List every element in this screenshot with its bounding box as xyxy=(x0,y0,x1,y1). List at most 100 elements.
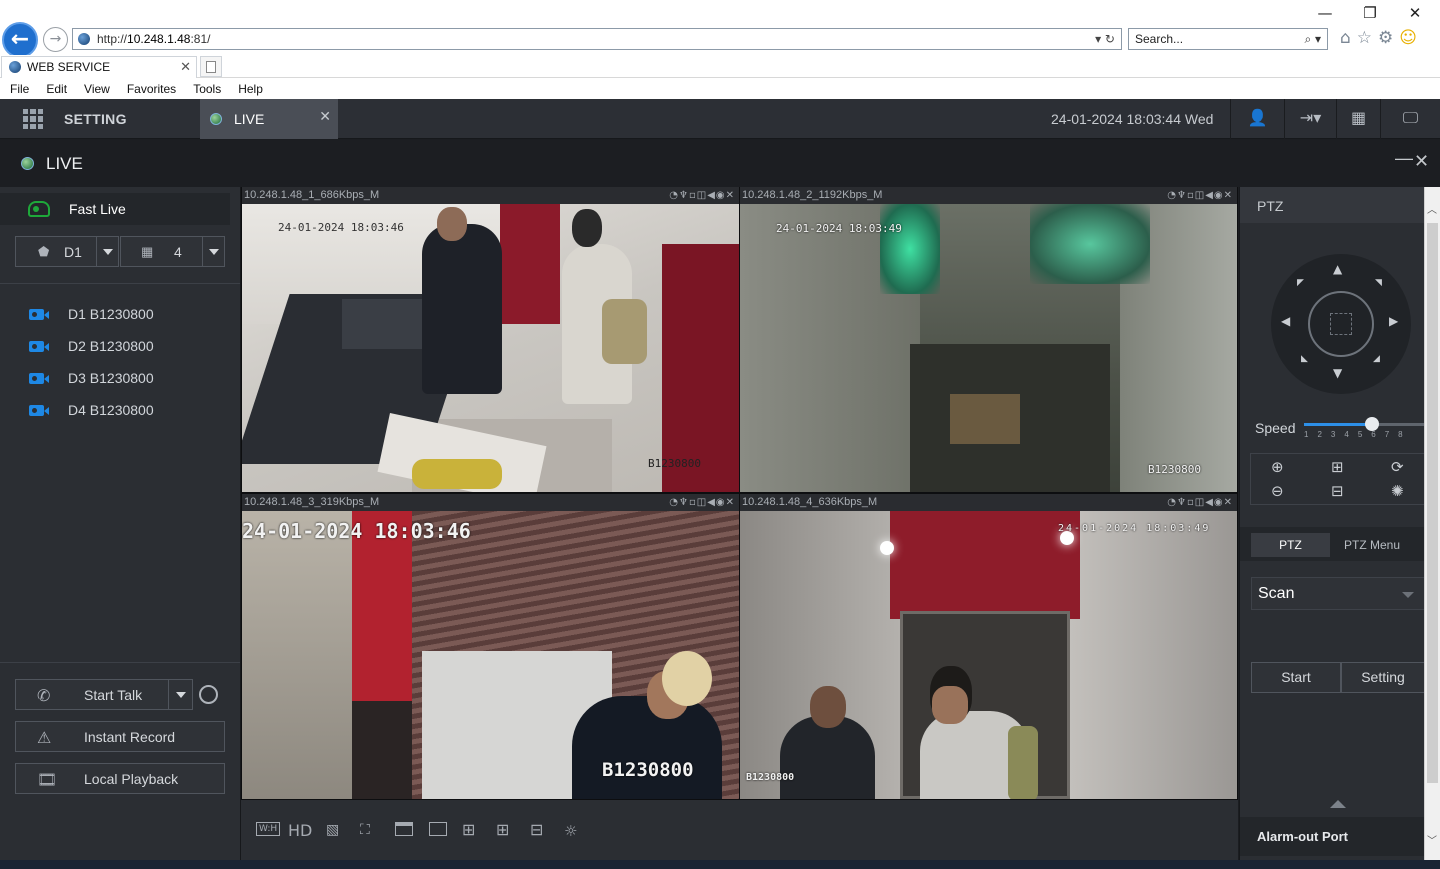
iris-close-icon[interactable]: ✺ xyxy=(1391,482,1404,500)
search-icon[interactable]: ⌕ ▾ xyxy=(1304,29,1321,49)
tab-ptz-menu[interactable]: PTZ Menu xyxy=(1344,533,1424,557)
pan-up-icon[interactable]: ▲ xyxy=(1333,262,1342,276)
tile-controls[interactable]: ◔♆▫◫◀◉✕ xyxy=(1167,187,1233,204)
fullscreen-button[interactable]: 🖵 xyxy=(1380,99,1440,139)
minimize-button[interactable]: — xyxy=(1302,4,1348,22)
layout-4-icon[interactable]: ⊞ xyxy=(462,820,475,839)
instant-record-button[interactable]: ⚠ Instant Record xyxy=(15,721,225,752)
close-window-button[interactable]: ✕ xyxy=(1392,4,1438,22)
main-menu-grid-icon[interactable] xyxy=(23,109,43,129)
pan-down-left-icon[interactable]: ◣ xyxy=(1301,354,1308,364)
close-panel-icon[interactable]: ✕ xyxy=(1414,151,1429,172)
channel-item[interactable]: D2 B1230800 xyxy=(0,335,240,359)
start-talk-button[interactable]: ✆ Start Talk xyxy=(15,679,193,710)
minimize-panel-icon[interactable]: — xyxy=(1395,148,1413,169)
menu-help[interactable]: Help xyxy=(228,78,270,96)
menu-tools[interactable]: Tools xyxy=(183,78,228,96)
back-button[interactable]: ← xyxy=(2,22,38,58)
talk-record-toggle[interactable] xyxy=(199,685,218,704)
ptz-header: PTZ xyxy=(1240,187,1425,223)
brightness-icon[interactable]: ☼ xyxy=(564,822,577,840)
tile-controls[interactable]: ◔♆▫◫◀◉✕ xyxy=(669,187,735,204)
browser-tab[interactable]: WEB SERVICE ✕ xyxy=(1,56,197,78)
scroll-up-icon[interactable]: ︿ xyxy=(1427,201,1437,216)
iris-open-icon[interactable]: ⟳ xyxy=(1391,458,1404,476)
aspect-ratio-button[interactable]: W:H xyxy=(256,822,281,836)
layout-select[interactable]: ▦ 4 xyxy=(120,236,225,267)
layout-single-icon[interactable] xyxy=(429,822,447,836)
menu-file[interactable]: File xyxy=(0,78,36,96)
osd-camera-id: B1230800 xyxy=(1148,463,1201,476)
address-bar[interactable]: http://10.248.1.48:81/ ▾ ↻ xyxy=(72,28,1122,50)
channel-item[interactable]: D3 B1230800 xyxy=(0,367,240,391)
zoom-out-icon[interactable]: ⊖ xyxy=(1271,482,1284,500)
qr-code-button[interactable]: ▦ xyxy=(1336,99,1380,139)
channel-item[interactable]: D1 B1230800 xyxy=(0,303,240,327)
zoom-in-icon[interactable]: ⊕ xyxy=(1271,458,1284,476)
auto-focus-button[interactable] xyxy=(1308,291,1374,357)
logout-button[interactable]: ⇥▾ xyxy=(1284,99,1336,139)
tile-header: 10.248.1.48_3_319Kbps_M ◔♆▫◫◀◉✕ xyxy=(242,494,739,511)
chevron-down-icon[interactable] xyxy=(168,680,192,709)
menu-view[interactable]: View xyxy=(74,78,117,96)
close-live-tab-icon[interactable]: ✕ xyxy=(319,109,331,125)
focus-far-icon[interactable]: ⊟ xyxy=(1331,482,1344,500)
tile-header: 10.248.1.48_1_686Kbps_M ◔♆▫◫◀◉✕ xyxy=(242,187,739,204)
focus-icon xyxy=(1330,313,1352,335)
menu-edit[interactable]: Edit xyxy=(36,78,74,96)
hd-button[interactable]: HD xyxy=(288,821,312,840)
local-playback-button[interactable]: 🎞 Local Playback xyxy=(15,763,225,794)
pan-up-left-icon[interactable]: ◤ xyxy=(1297,278,1304,288)
collapse-up-icon[interactable] xyxy=(1330,800,1346,808)
layout-6-icon[interactable]: ⊞ xyxy=(496,820,509,839)
fluency-icon[interactable]: ▧ xyxy=(326,822,339,838)
pan-down-icon[interactable]: ▼ xyxy=(1333,366,1342,380)
page-scrollbar[interactable]: ︿ ﹀ xyxy=(1424,187,1440,860)
home-icon[interactable]: ⌂ xyxy=(1340,28,1357,48)
refresh-icon[interactable]: ▾ ↻ xyxy=(1095,29,1115,49)
pan-left-icon[interactable]: ◀ xyxy=(1281,314,1290,328)
user-button[interactable]: 👤 xyxy=(1230,99,1284,139)
search-input[interactable]: Search... ⌕ ▾ xyxy=(1128,28,1328,50)
device-select[interactable]: ⬟ D1 xyxy=(15,236,119,267)
gear-icon[interactable]: ⚙ xyxy=(1378,28,1399,48)
video-tile-3[interactable]: 10.248.1.48_3_319Kbps_M ◔♆▫◫◀◉✕ 24-01-20… xyxy=(242,494,739,799)
scrollbar-thumb[interactable] xyxy=(1427,223,1438,783)
globe-icon xyxy=(78,33,90,45)
tile-controls[interactable]: ◔♆▫◫◀◉✕ xyxy=(1167,494,1233,511)
chevron-down-icon[interactable] xyxy=(96,237,118,266)
fullscreen-icon[interactable]: ⛶ xyxy=(360,822,370,838)
pan-down-right-icon[interactable]: ◢ xyxy=(1373,354,1380,364)
video-tile-1[interactable]: 10.248.1.48_1_686Kbps_M ◔♆▫◫◀◉✕ 24-01-20… xyxy=(242,187,739,492)
forward-button[interactable]: → xyxy=(43,27,68,52)
pan-up-right-icon[interactable]: ◥ xyxy=(1375,278,1382,288)
live-tab[interactable]: LIVE ✕ xyxy=(200,99,338,139)
chevron-down-icon[interactable] xyxy=(202,237,224,266)
focus-near-icon[interactable]: ⊞ xyxy=(1331,458,1344,476)
star-icon[interactable]: ☆ xyxy=(1357,28,1378,48)
close-tab-icon[interactable]: ✕ xyxy=(180,57,191,77)
tab-ptz[interactable]: PTZ xyxy=(1251,533,1330,557)
layout-1-icon[interactable] xyxy=(395,822,413,836)
fast-live-button[interactable]: Fast Live xyxy=(0,193,230,225)
video-tile-2[interactable]: 10.248.1.48_2_1192Kbps_M ◔♆▫◫◀◉✕ 24-01-2… xyxy=(740,187,1237,492)
start-button[interactable]: Start xyxy=(1251,662,1341,693)
restore-button[interactable]: ❐ xyxy=(1347,4,1393,22)
new-tab-button[interactable] xyxy=(200,56,222,77)
menu-favorites[interactable]: Favorites xyxy=(117,78,183,96)
scroll-down-icon[interactable]: ﹀ xyxy=(1427,832,1437,847)
channel-item[interactable]: D4 B1230800 xyxy=(0,399,240,423)
setting-button[interactable]: Setting xyxy=(1341,662,1425,693)
alarm-out-port-header[interactable]: Alarm-out Port xyxy=(1240,817,1425,856)
speed-slider-handle[interactable] xyxy=(1365,417,1379,431)
ptz-direction-pad[interactable]: ▲ ▼ ◀ ▶ ◤ ◥ ◣ ◢ xyxy=(1271,254,1411,394)
setting-tab[interactable]: SETTING xyxy=(64,111,127,127)
layout-8-icon[interactable]: ⊟ xyxy=(530,820,543,839)
ptz-mode-select[interactable]: Scan xyxy=(1251,577,1425,610)
pan-right-icon[interactable]: ▶ xyxy=(1389,314,1398,328)
video-tile-4[interactable]: 10.248.1.48_4_636Kbps_M ◔♆▫◫◀◉✕ 24-01-20… xyxy=(740,494,1237,799)
warning-icon: ⚠ xyxy=(37,728,52,747)
tile-controls[interactable]: ◔♆▫◫◀◉✕ xyxy=(669,494,735,511)
smiley-icon[interactable]: ☺ xyxy=(1399,28,1423,48)
qr-code-icon: ▦ xyxy=(1350,108,1367,127)
